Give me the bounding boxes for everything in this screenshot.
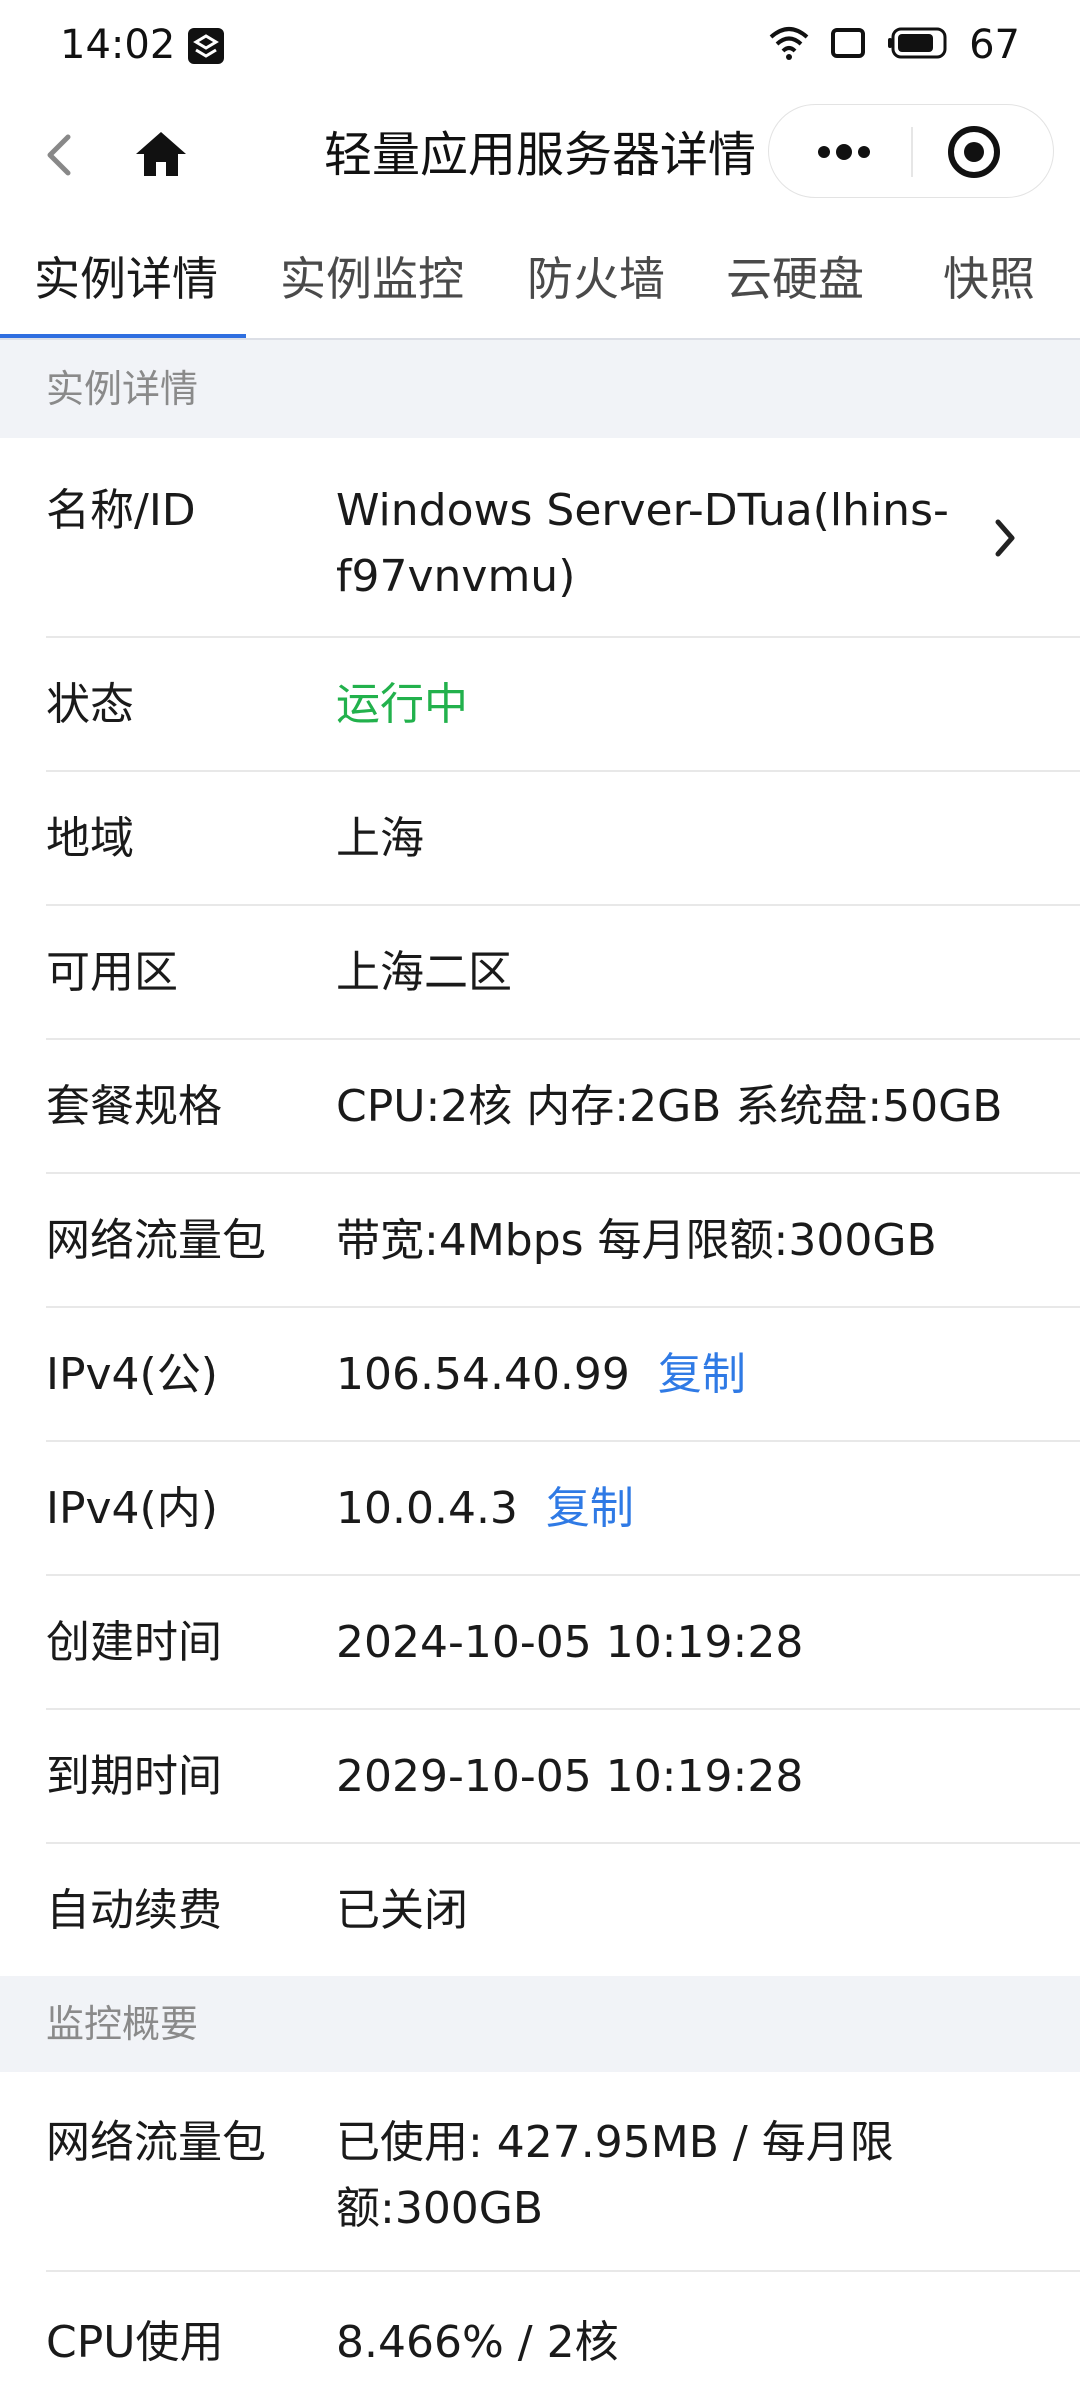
chevron-right-icon [995, 519, 1015, 557]
zone-value: 上海二区 [336, 947, 512, 998]
copy-private-ip-button[interactable]: 复制 [546, 1483, 634, 1534]
tab-snapshot[interactable]: 快照 [943, 220, 1035, 338]
home-icon [136, 132, 186, 176]
status-bar: 14:02 67 [0, 0, 1080, 90]
row-label: 名称/ID [46, 485, 196, 536]
row-label: 地域 [46, 813, 134, 864]
status-time: 14:02 [60, 22, 176, 68]
row-traffic-package: 网络流量包 带宽:4Mbps 每月限额:300GB [0, 1174, 1080, 1308]
row-name-id[interactable]: 名称/ID Windows Server-DTua(lhins- f97vnvm… [0, 438, 1080, 638]
row-label: 可用区 [46, 947, 178, 998]
capsule-divider [911, 127, 913, 177]
cpu-usage-value: 8.466% / 2核 [336, 2317, 619, 2368]
row-label: 到期时间 [46, 1751, 222, 1802]
row-plan: 套餐规格 CPU:2核 内存:2GB 系统盘:50GB [0, 1040, 1080, 1174]
row-label: 网络流量包 [46, 2117, 266, 2168]
row-label: IPv4(公) [46, 1349, 218, 1400]
row-label: 套餐规格 [46, 1081, 222, 1132]
nav-bar: 轻量应用服务器详情 [0, 90, 1080, 220]
row-ipv4-private: IPv4(内) 10.0.4.3 复制 [0, 1442, 1080, 1576]
row-label: 网络流量包 [46, 1215, 266, 1266]
copy-public-ip-button[interactable]: 复制 [658, 1349, 746, 1400]
ipv4-private-value-group: 10.0.4.3 复制 [336, 1476, 634, 1542]
row-zone: 可用区 上海二区 [0, 906, 1080, 1040]
close-mini-program-button[interactable] [941, 119, 1007, 185]
created-time-value: 2024-10-05 10:19:28 [336, 1617, 804, 1668]
home-button[interactable] [128, 122, 194, 188]
screen-cast-icon [829, 25, 869, 65]
instance-name-line1: Windows Server-DTua(lhins- [336, 485, 949, 536]
row-status: 状态 运行中 [0, 638, 1080, 772]
section-header-instance-details: 实例详情 [0, 340, 1080, 438]
tab-cloud-disk[interactable]: 云硬盘 [726, 220, 864, 338]
ipv4-private-value: 10.0.4.3 [336, 1483, 518, 1534]
instance-name-line2: f97vnvmu) [336, 551, 576, 602]
section-header-monitoring-summary: 监控概要 [0, 1976, 1080, 2072]
row-label: IPv4(内) [46, 1483, 218, 1534]
page-title: 轻量应用服务器详情 [323, 127, 756, 183]
tab-active-indicator [0, 334, 246, 338]
close-mini-program-icon [948, 126, 1000, 178]
row-created-time: 创建时间 2024-10-05 10:19:28 [0, 1576, 1080, 1710]
battery-level: 67 [969, 22, 1020, 68]
tab-instance-details[interactable]: 实例详情 [34, 220, 218, 338]
ipv4-public-value: 106.54.40.99 [336, 1349, 630, 1400]
row-label: 状态 [46, 679, 134, 730]
mini-program-capsule [768, 104, 1054, 198]
tab-firewall[interactable]: 防火墙 [527, 220, 665, 338]
row-label: 创建时间 [46, 1617, 222, 1668]
row-traffic-usage: 网络流量包 已使用: 427.95MB / 每月限 额:300GB [0, 2072, 1080, 2272]
tab-bar: 实例详情 实例监控 防火墙 云硬盘 快照 [0, 220, 1080, 340]
ipv4-public-value-group: 106.54.40.99 复制 [336, 1342, 746, 1408]
row-auto-renew: 自动续费 已关闭 [0, 1844, 1080, 1976]
region-value: 上海 [336, 813, 424, 864]
instance-name-value: Windows Server-DTua(lhins- f97vnvmu) [336, 478, 949, 610]
back-button[interactable] [30, 125, 90, 185]
status-value: 运行中 [336, 679, 468, 730]
section-title: 实例详情 [46, 367, 199, 411]
section-title: 监控概要 [46, 2002, 199, 2046]
battery-icon [887, 26, 951, 64]
row-expire-time: 到期时间 2029-10-05 10:19:28 [0, 1710, 1080, 1844]
traffic-package-value: 带宽:4Mbps 每月限额:300GB [336, 1215, 937, 1266]
more-icon [818, 144, 870, 160]
app-notification-icon [188, 28, 224, 64]
row-cpu-usage: CPU使用 8.466% / 2核 [0, 2272, 1080, 2400]
wifi-icon [767, 25, 811, 65]
status-right-group: 67 [767, 18, 1020, 72]
back-icon [47, 134, 71, 176]
row-ipv4-public: IPv4(公) 106.54.40.99 复制 [0, 1308, 1080, 1442]
row-label: CPU使用 [46, 2317, 224, 2368]
traffic-usage-value: 已使用: 427.95MB / 每月限 额:300GB [336, 2110, 894, 2242]
traffic-usage-line2: 额:300GB [336, 2183, 544, 2234]
auto-renew-value: 已关闭 [336, 1885, 468, 1936]
expire-time-value: 2029-10-05 10:19:28 [336, 1751, 804, 1802]
more-button[interactable] [799, 122, 889, 182]
row-label: 自动续费 [46, 1885, 222, 1936]
tab-instance-monitoring[interactable]: 实例监控 [280, 220, 464, 338]
plan-value: CPU:2核 内存:2GB 系统盘:50GB [336, 1081, 1003, 1132]
traffic-usage-line1: 已使用: 427.95MB / 每月限 [336, 2117, 894, 2168]
row-region: 地域 上海 [0, 772, 1080, 906]
